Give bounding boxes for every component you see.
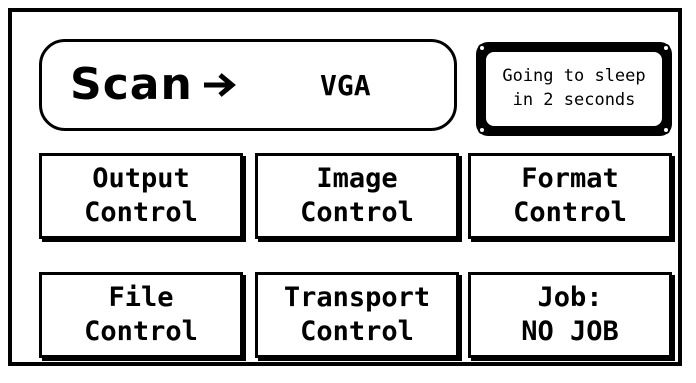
corner-dot xyxy=(662,44,670,52)
job-button[interactable]: Job: NO JOB xyxy=(468,272,672,358)
button-label-line1: Format xyxy=(521,163,619,194)
sleep-status-line1: Going to sleep xyxy=(502,66,646,86)
button-label-line1: Image xyxy=(316,163,398,194)
button-label-line2: Control xyxy=(84,197,198,228)
button-label-line1: Job: xyxy=(537,282,603,313)
scanner-panel: Scan VGA Going to sleep in 2 seconds Out… xyxy=(8,8,682,366)
button-label-line2: Control xyxy=(300,197,414,228)
button-label-line2: Control xyxy=(84,316,198,347)
sleep-status-box: Going to sleep in 2 seconds xyxy=(476,42,672,136)
image-control-button[interactable]: Image Control xyxy=(255,153,459,239)
button-label-line1: Output xyxy=(92,163,190,194)
sleep-status-text: Going to sleep in 2 seconds xyxy=(486,52,662,126)
transport-control-button[interactable]: Transport Control xyxy=(255,272,459,358)
button-label-line2: Control xyxy=(513,197,627,228)
button-label-line2: Control xyxy=(300,316,414,347)
corner-dot xyxy=(478,44,486,52)
right-arrow-icon xyxy=(204,73,236,97)
button-label-line1: File xyxy=(108,282,174,313)
output-control-button[interactable]: Output Control xyxy=(39,153,243,239)
corner-dot xyxy=(662,126,670,134)
file-control-button[interactable]: File Control xyxy=(39,272,243,358)
corner-dot xyxy=(478,126,486,134)
scan-target-label: VGA xyxy=(320,69,371,102)
scan-label: Scan xyxy=(70,59,193,110)
button-label-line1: Transport xyxy=(283,282,431,313)
sleep-status-line2: in 2 seconds xyxy=(512,90,636,110)
scan-button[interactable]: Scan VGA xyxy=(39,39,457,131)
button-label-line2: NO JOB xyxy=(521,316,619,347)
format-control-button[interactable]: Format Control xyxy=(468,153,672,239)
